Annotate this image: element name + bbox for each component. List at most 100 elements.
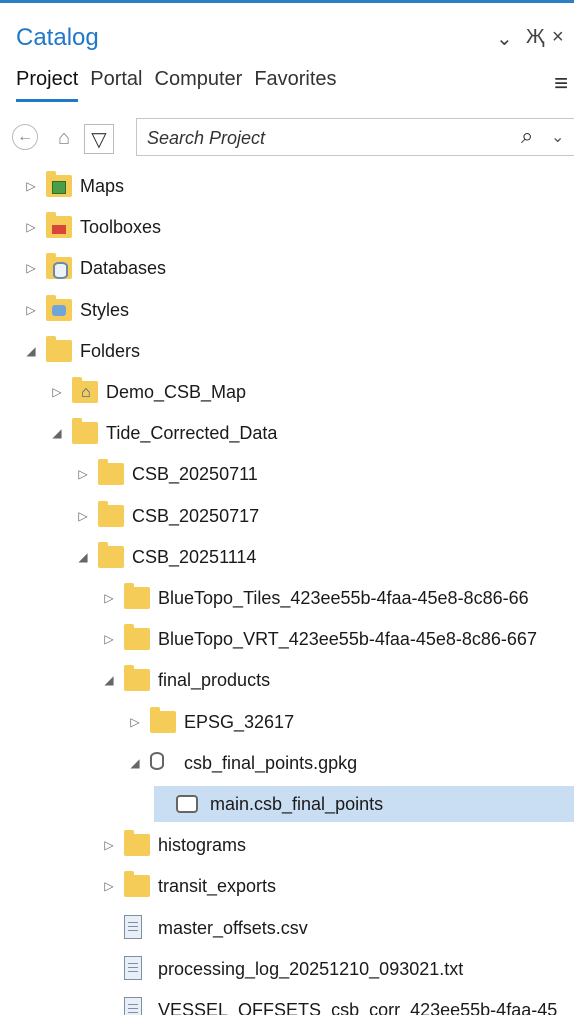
tree-item[interactable]: ▷ Toolboxes — [0, 209, 574, 245]
tree-item-label: processing_log_20251210_093021.txt — [158, 958, 464, 979]
toolbox-icon — [46, 212, 72, 239]
expand-arrow-icon[interactable]: ▷ — [24, 301, 38, 319]
tab-favorites[interactable]: Favorites — [254, 68, 336, 102]
tree-item[interactable]: ◢ CSB_20251114 — [0, 539, 574, 575]
tree-item-label: Demo_CSB_Map — [106, 382, 247, 402]
tree-item-label: main.csb_final_points — [210, 794, 384, 814]
pin-icon[interactable]: Җ — [526, 26, 544, 49]
close-icon[interactable]: × — [552, 26, 564, 49]
tab-computer[interactable]: Computer — [155, 68, 243, 102]
table-icon — [176, 795, 198, 813]
tree-item[interactable]: processing_log_20251210_093021.txt — [0, 951, 574, 987]
tree-item-label: Styles — [80, 299, 130, 320]
tree-item-label: CSB_20251114 — [132, 546, 257, 567]
tree-item[interactable]: ▷ BlueTopo_Tiles_423ee55b-4faa-45e8-8c86-… — [0, 580, 574, 616]
collapse-arrow-icon[interactable]: ◢ — [102, 671, 116, 689]
tree-item-label: BlueTopo_Tiles_423ee55b-4faa-45e8-8c86-6… — [158, 588, 529, 608]
tree-item[interactable]: ▷ CSB_20250711 — [0, 456, 574, 492]
collapse-arrow-icon[interactable]: ◢ — [24, 342, 38, 360]
folder-icon — [46, 335, 72, 362]
tree-item[interactable]: ◢ Folders — [0, 333, 574, 369]
filter-icon[interactable]: ▽ — [84, 124, 114, 154]
collapse-arrow-icon[interactable]: ◢ — [50, 424, 64, 442]
tree-item[interactable]: ▷ Maps — [0, 168, 574, 204]
tab-portal[interactable]: Portal — [90, 68, 142, 102]
tree-item-label: histograms — [158, 835, 247, 856]
tree-item[interactable]: ▷ BlueTopo_VRT_423ee55b-4faa-45e8-8c86-66… — [0, 621, 574, 657]
catalog-toolbar: ← ⌂ ▽ ⌕ ⌄ — [12, 118, 574, 158]
folder-icon — [72, 418, 98, 445]
tree-item[interactable]: ▷ Databases — [0, 250, 574, 286]
tree-item-label: transit_exports — [158, 876, 277, 897]
collapse-arrow-icon[interactable]: ◢ — [128, 754, 142, 772]
folder-icon — [124, 871, 150, 898]
tree-item-label: master_offsets.csv — [158, 917, 308, 938]
folder-icon — [124, 624, 150, 651]
folder-icon — [124, 830, 150, 857]
styles-icon — [46, 294, 72, 321]
expand-arrow-icon[interactable]: ▷ — [24, 259, 38, 277]
search-icon[interactable]: ⌕ — [521, 123, 533, 149]
search-box: ⌕ ⌄ — [136, 118, 574, 156]
folder-icon — [124, 583, 150, 609]
tree-item[interactable]: ◢ Tide_Corrected_Data — [0, 415, 574, 451]
tree-item[interactable]: ▷ transit_exports — [0, 868, 574, 904]
maps-icon — [46, 171, 72, 197]
pane-top-border — [0, 0, 574, 3]
expand-arrow-icon[interactable]: ▷ — [102, 589, 116, 607]
expand-arrow-icon[interactable]: ▷ — [102, 877, 116, 895]
tree-item[interactable]: ▷ CSB_20250717 — [0, 498, 574, 534]
tree-item-label: EPSG_32617 — [184, 711, 295, 732]
folder-icon — [150, 706, 176, 733]
expand-arrow-icon[interactable]: ▷ — [102, 836, 116, 854]
tree-item-label: Folders — [80, 340, 141, 361]
tree-item[interactable]: ▷ EPSG_32617 — [0, 704, 574, 740]
tree-item[interactable]: ▷ Styles — [0, 292, 574, 328]
expand-arrow-icon[interactable]: ▷ — [24, 177, 38, 195]
expand-arrow-icon[interactable]: ▷ — [24, 218, 38, 236]
tree-item[interactable]: VESSEL_OFFSETS_csb_corr_423ee55b-4faa-45 — [0, 992, 574, 1015]
geopackage-icon — [150, 751, 164, 770]
tree-item-label: Tide_Corrected_Data — [106, 423, 278, 444]
search-options-dropdown-icon[interactable]: ⌄ — [551, 127, 564, 147]
file-icon — [124, 955, 142, 980]
database-icon — [46, 253, 72, 280]
back-icon[interactable]: ← — [12, 124, 38, 150]
collapse-arrow-icon[interactable]: ◢ — [76, 548, 90, 566]
folder-icon — [98, 459, 124, 486]
expand-arrow-icon[interactable]: ▷ — [50, 383, 64, 401]
home-folder-icon — [72, 377, 98, 403]
expand-arrow-icon[interactable]: ▷ — [102, 630, 116, 648]
tree-item[interactable]: ◢ csb_final_points.gpkg — [0, 745, 574, 781]
tab-project[interactable]: Project — [16, 68, 79, 102]
tree-item-label: CSB_20250711 — [132, 464, 258, 485]
tree-item-label: csb_final_points.gpkg — [184, 752, 358, 773]
hamburger-menu-icon[interactable]: ≡ — [554, 70, 568, 98]
catalog-pane: Catalog ⌄ Җ × Project Portal Computer Fa… — [0, 0, 574, 1015]
file-icon — [124, 914, 142, 939]
expand-arrow-icon[interactable]: ▷ — [76, 507, 90, 525]
tree-item-label: VESSEL_OFFSETS_csb_corr_423ee55b-4faa-45 — [158, 1000, 558, 1015]
folder-icon — [124, 665, 150, 692]
folder-icon — [98, 500, 124, 527]
pane-options-dropdown-icon[interactable]: ⌄ — [496, 26, 513, 51]
catalog-tabs: Project Portal Computer Favorites — [16, 68, 337, 102]
home-icon[interactable]: ⌂ — [50, 124, 78, 152]
folder-icon — [98, 541, 124, 568]
tree-item-label: Toolboxes — [80, 217, 162, 238]
tree-item[interactable]: master_offsets.csv — [0, 910, 574, 946]
tree-item-label: CSB_20250717 — [132, 505, 260, 526]
tree-item[interactable]: ▷ histograms — [0, 827, 574, 863]
tree-item-label: BlueTopo_VRT_423ee55b-4faa-45e8-8c86-667 — [158, 629, 537, 650]
search-input[interactable] — [145, 125, 489, 151]
tree-item[interactable]: main.csb_final_points — [0, 786, 574, 822]
tree-item-label: Databases — [80, 258, 167, 279]
pane-title: Catalog — [16, 24, 99, 51]
expand-arrow-icon[interactable]: ▷ — [128, 713, 142, 731]
tree-item[interactable]: ◢ final_products — [0, 662, 574, 698]
tree-item-label: Maps — [80, 176, 125, 196]
file-icon — [124, 997, 142, 1015]
expand-arrow-icon[interactable]: ▷ — [76, 465, 90, 483]
tree-item-label: final_products — [158, 670, 271, 691]
tree-item[interactable]: ▷ Demo_CSB_Map — [0, 374, 574, 410]
